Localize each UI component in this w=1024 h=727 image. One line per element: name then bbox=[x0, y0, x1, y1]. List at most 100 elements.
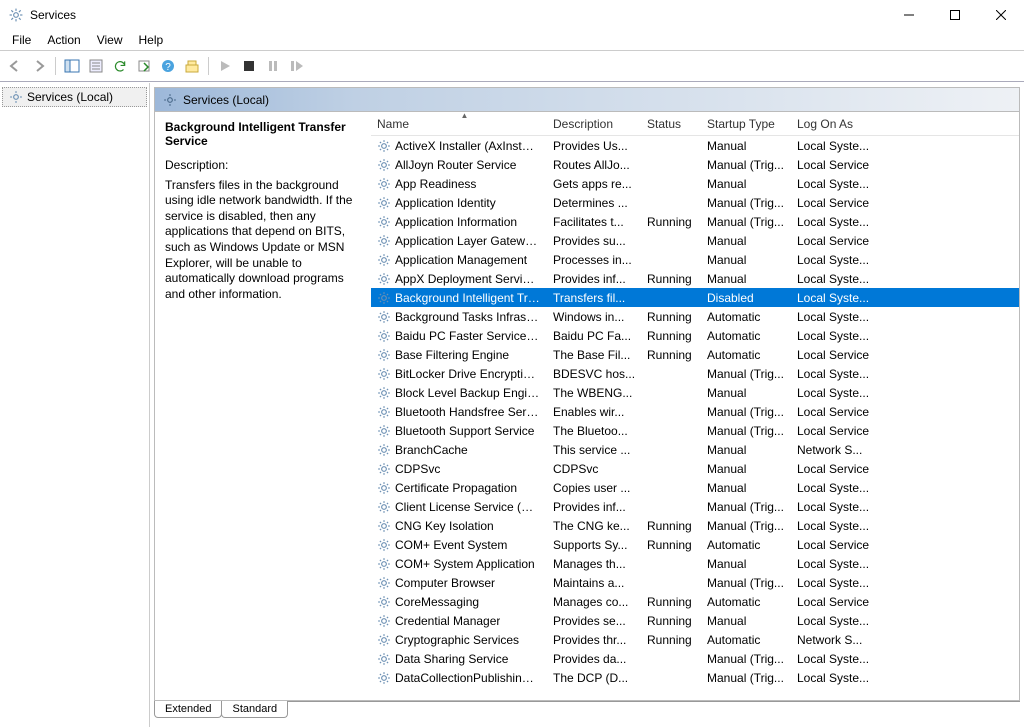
service-gear-icon bbox=[377, 291, 391, 305]
column-header-logon[interactable]: Log On As bbox=[791, 112, 881, 135]
service-logon: Local Syste... bbox=[791, 573, 881, 592]
column-header-startup[interactable]: Startup Type bbox=[701, 112, 791, 135]
service-description: Routes AllJo... bbox=[547, 155, 641, 174]
service-detail-pane: Background Intelligent Transfer Service … bbox=[155, 112, 371, 700]
menu-view[interactable]: View bbox=[89, 31, 131, 49]
pause-service-button[interactable] bbox=[262, 55, 284, 77]
selected-service-name: Background Intelligent Transfer Service bbox=[165, 120, 361, 148]
service-row[interactable]: Credential ManagerProvides se...RunningM… bbox=[371, 611, 1019, 630]
service-startup: Manual bbox=[701, 554, 791, 573]
manage-button[interactable] bbox=[181, 55, 203, 77]
tree-root-services-local[interactable]: Services (Local) bbox=[2, 87, 147, 107]
service-name: COM+ System Application bbox=[395, 557, 535, 571]
service-row[interactable]: Application InformationFacilitates t...R… bbox=[371, 212, 1019, 231]
service-status bbox=[641, 421, 701, 440]
service-row[interactable]: ActiveX Installer (AxInstSV)Provides Us.… bbox=[371, 136, 1019, 155]
service-status: Running bbox=[641, 630, 701, 649]
titlebar: Services bbox=[0, 0, 1024, 30]
service-list[interactable]: ActiveX Installer (AxInstSV)Provides Us.… bbox=[371, 136, 1019, 700]
service-row[interactable]: COM+ Event SystemSupports Sy...RunningAu… bbox=[371, 535, 1019, 554]
service-startup: Automatic bbox=[701, 535, 791, 554]
service-logon: Local Service bbox=[791, 421, 881, 440]
service-row[interactable]: Certificate PropagationCopies user ...Ma… bbox=[371, 478, 1019, 497]
service-startup: Automatic bbox=[701, 592, 791, 611]
service-gear-icon bbox=[377, 310, 391, 324]
service-row[interactable]: COM+ System ApplicationManages th...Manu… bbox=[371, 554, 1019, 573]
service-row[interactable]: CDPSvcCDPSvcManualLocal Service bbox=[371, 459, 1019, 478]
forward-button[interactable] bbox=[28, 55, 50, 77]
stop-service-button[interactable] bbox=[238, 55, 260, 77]
maximize-button[interactable] bbox=[932, 0, 978, 30]
service-startup: Automatic bbox=[701, 307, 791, 326]
service-row[interactable]: BitLocker Drive Encryption ...BDESVC hos… bbox=[371, 364, 1019, 383]
service-status bbox=[641, 174, 701, 193]
service-row[interactable]: Block Level Backup Engine ...The WBENG..… bbox=[371, 383, 1019, 402]
service-status bbox=[641, 155, 701, 174]
service-status: Running bbox=[641, 535, 701, 554]
service-gear-icon bbox=[377, 367, 391, 381]
close-button[interactable] bbox=[978, 0, 1024, 30]
service-logon: Local Syste... bbox=[791, 497, 881, 516]
service-row[interactable]: Client License Service (ClipS...Provides… bbox=[371, 497, 1019, 516]
help-button[interactable]: ? bbox=[157, 55, 179, 77]
service-logon: Local Service bbox=[791, 345, 881, 364]
export-list-button[interactable] bbox=[133, 55, 155, 77]
service-row[interactable]: Application ManagementProcesses in...Man… bbox=[371, 250, 1019, 269]
service-name: CDPSvc bbox=[395, 462, 440, 476]
service-row[interactable]: CNG Key IsolationThe CNG ke...RunningMan… bbox=[371, 516, 1019, 535]
service-row[interactable]: Base Filtering EngineThe Base Fil...Runn… bbox=[371, 345, 1019, 364]
service-name: DataCollectionPublishingSe... bbox=[395, 671, 540, 685]
menu-file[interactable]: File bbox=[4, 31, 39, 49]
column-header-status[interactable]: Status bbox=[641, 112, 701, 135]
properties-button[interactable] bbox=[85, 55, 107, 77]
service-gear-icon bbox=[377, 234, 391, 248]
service-description: CDPSvc bbox=[547, 459, 641, 478]
service-name: Baidu PC Faster Service 5.1.... bbox=[395, 329, 540, 343]
refresh-button[interactable] bbox=[109, 55, 131, 77]
service-row[interactable]: App ReadinessGets apps re...ManualLocal … bbox=[371, 174, 1019, 193]
service-row[interactable]: Background Intelligent Tran...Transfers … bbox=[371, 288, 1019, 307]
start-service-button[interactable] bbox=[214, 55, 236, 77]
tree-root-label: Services (Local) bbox=[27, 90, 113, 104]
service-row[interactable]: Computer BrowserMaintains a...Manual (Tr… bbox=[371, 573, 1019, 592]
service-row[interactable]: Data Sharing ServiceProvides da...Manual… bbox=[371, 649, 1019, 668]
service-row[interactable]: Bluetooth Support ServiceThe Bluetoo...M… bbox=[371, 421, 1019, 440]
service-startup: Manual (Trig... bbox=[701, 421, 791, 440]
show-hide-tree-button[interactable] bbox=[61, 55, 83, 77]
service-gear-icon bbox=[377, 424, 391, 438]
console-tree[interactable]: Services (Local) bbox=[0, 83, 150, 727]
menu-action[interactable]: Action bbox=[39, 31, 88, 49]
service-description: Processes in... bbox=[547, 250, 641, 269]
column-header-description[interactable]: Description bbox=[547, 112, 641, 135]
service-startup: Manual bbox=[701, 459, 791, 478]
tab-extended[interactable]: Extended bbox=[154, 701, 222, 718]
service-row[interactable]: AllJoyn Router ServiceRoutes AllJo...Man… bbox=[371, 155, 1019, 174]
service-row[interactable]: DataCollectionPublishingSe...The DCP (D.… bbox=[371, 668, 1019, 687]
service-name: Base Filtering Engine bbox=[395, 348, 509, 362]
service-row[interactable]: BranchCacheThis service ...ManualNetwork… bbox=[371, 440, 1019, 459]
service-row[interactable]: Baidu PC Faster Service 5.1....Baidu PC … bbox=[371, 326, 1019, 345]
service-row[interactable]: Bluetooth Handsfree ServiceEnables wir..… bbox=[371, 402, 1019, 421]
svg-text:?: ? bbox=[165, 62, 171, 73]
service-gear-icon bbox=[377, 614, 391, 628]
service-description: The CNG ke... bbox=[547, 516, 641, 535]
service-row[interactable]: AppX Deployment Service (...Provides inf… bbox=[371, 269, 1019, 288]
service-row[interactable]: Application Layer Gateway ...Provides su… bbox=[371, 231, 1019, 250]
service-row[interactable]: Application IdentityDetermines ...Manual… bbox=[371, 193, 1019, 212]
services-gear-icon bbox=[8, 7, 24, 23]
service-logon: Local Service bbox=[791, 402, 881, 421]
service-row[interactable]: Cryptographic ServicesProvides thr...Run… bbox=[371, 630, 1019, 649]
tab-standard[interactable]: Standard bbox=[221, 701, 288, 718]
service-gear-icon bbox=[377, 405, 391, 419]
service-row[interactable]: Background Tasks Infrastru...Windows in.… bbox=[371, 307, 1019, 326]
minimize-button[interactable] bbox=[886, 0, 932, 30]
menu-help[interactable]: Help bbox=[131, 31, 172, 49]
back-button[interactable] bbox=[4, 55, 26, 77]
restart-service-button[interactable] bbox=[286, 55, 308, 77]
column-header-name[interactable]: Name ▲ bbox=[371, 112, 547, 135]
service-row[interactable]: CoreMessagingManages co...RunningAutomat… bbox=[371, 592, 1019, 611]
service-description: BDESVC hos... bbox=[547, 364, 641, 383]
service-gear-icon bbox=[377, 139, 391, 153]
service-status bbox=[641, 383, 701, 402]
service-logon: Local Syste... bbox=[791, 136, 881, 155]
